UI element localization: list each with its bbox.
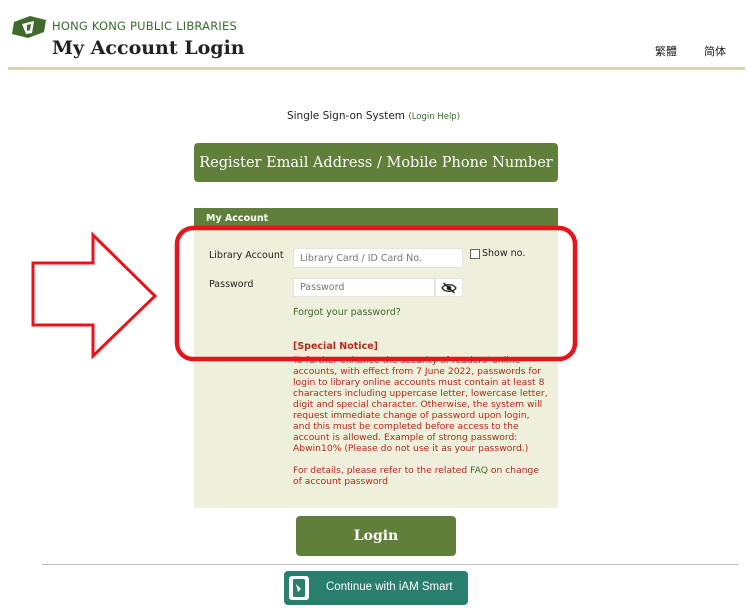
notice-details: For details, please refer to the related…: [293, 465, 548, 487]
iam-smart-label: Continue with iAM Smart: [326, 581, 453, 593]
special-notice-body: To further enhance the security of reade…: [293, 355, 548, 498]
forgot-password-link[interactable]: Forgot your password?: [293, 307, 401, 318]
toggle-password-visibility-button[interactable]: [435, 278, 463, 297]
details-prefix: For details, please refer to the related: [293, 465, 471, 476]
lang-simplified-link[interactable]: 简体: [704, 43, 726, 59]
header-divider: [8, 67, 745, 70]
password-label: Password: [209, 279, 254, 290]
show-number-checkbox[interactable]: [470, 249, 480, 259]
show-number-label: Show no.: [482, 248, 526, 259]
sso-text: Single Sign-on System: [286, 110, 406, 122]
special-notice-title: [Special Notice]: [293, 341, 378, 352]
hkpl-logo-icon: [12, 16, 46, 38]
arrow-annotation: [31, 231, 158, 360]
sso-line: Single Sign-on System (Login Help): [0, 110, 747, 122]
library-account-input[interactable]: [293, 248, 463, 268]
org-name: HONG KONG PUBLIC LIBRARIES: [52, 19, 237, 33]
login-button[interactable]: Login: [296, 516, 456, 556]
register-contact-button[interactable]: Register Email Address / Mobile Phone Nu…: [194, 143, 558, 182]
account-panel-heading: My Account: [206, 213, 269, 224]
iam-smart-icon: [289, 576, 309, 600]
password-input[interactable]: [293, 278, 435, 297]
bottom-divider: [42, 564, 739, 565]
iam-smart-button[interactable]: Continue with iAM Smart: [284, 571, 468, 605]
lang-traditional-link[interactable]: 繁體: [655, 43, 677, 59]
library-account-label: Library Account: [209, 250, 284, 261]
notice-paragraph: To further enhance the security of reade…: [293, 355, 548, 454]
page-title: My Account Login: [52, 37, 245, 59]
login-help-link[interactable]: (Login Help): [408, 112, 460, 122]
faq-link[interactable]: FAQ: [470, 465, 488, 476]
eye-slash-icon: [441, 281, 457, 294]
